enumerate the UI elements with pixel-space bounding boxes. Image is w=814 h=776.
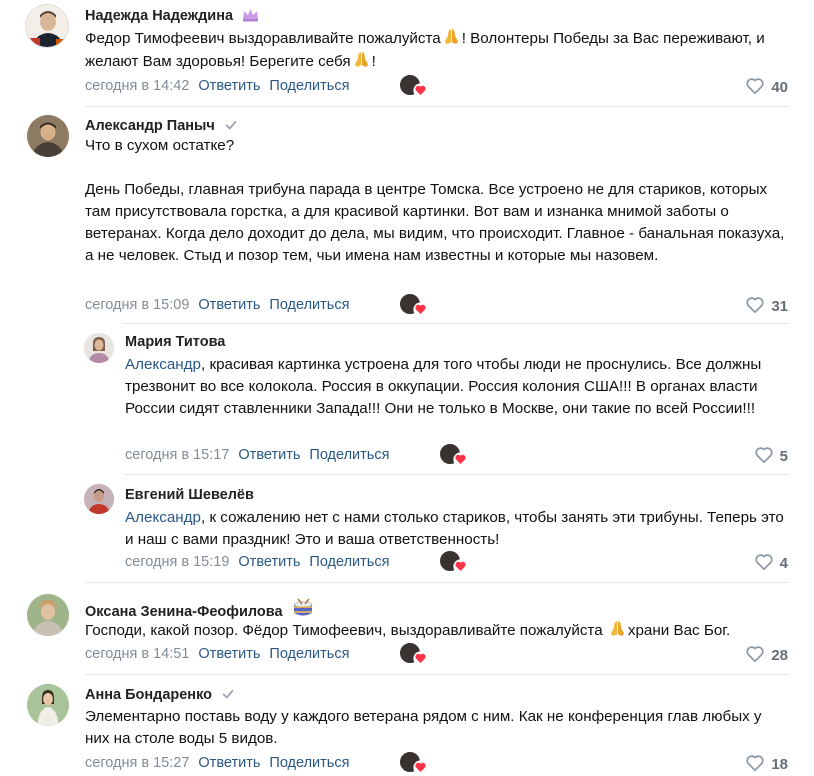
likers-avatars[interactable] xyxy=(399,751,431,775)
reply-button[interactable]: Ответить xyxy=(198,297,260,313)
comment-time[interactable]: сегодня в 15:09 xyxy=(85,297,189,313)
heart-outline-icon xyxy=(745,76,765,96)
share-button[interactable]: Поделиться xyxy=(309,554,389,570)
heart-filled-icon xyxy=(413,83,428,98)
reply-button[interactable]: Ответить xyxy=(198,78,260,94)
like-count: 5 xyxy=(779,448,788,465)
avatar[interactable] xyxy=(27,594,69,636)
comment-text: Александр, красивая картинка устроена дл… xyxy=(125,356,762,417)
likers-avatars[interactable] xyxy=(399,642,431,666)
like-button[interactable]: 5 xyxy=(754,445,788,466)
comment-time[interactable]: сегодня в 15:27 xyxy=(85,755,189,771)
avatar[interactable] xyxy=(27,684,69,726)
heart-outline-icon xyxy=(754,552,774,572)
comment-meta: сегодня в 15:17 Ответить Поделиться xyxy=(125,446,389,464)
pray-emoji-icon xyxy=(352,50,371,69)
reply-address-link[interactable]: Александр xyxy=(125,356,201,373)
comment-text: Что в сухом остатке? День Победы, главна… xyxy=(85,137,785,264)
comment-time[interactable]: сегодня в 14:42 xyxy=(85,78,189,94)
like-count: 18 xyxy=(771,756,788,773)
avatar[interactable] xyxy=(84,484,114,514)
author-name[interactable]: Мария Титова xyxy=(125,333,225,351)
divider xyxy=(124,474,790,475)
crown-icon xyxy=(242,8,259,27)
reply-button[interactable]: Ответить xyxy=(238,554,300,570)
comment-meta: сегодня в 14:51 Ответить Поделиться xyxy=(85,645,349,663)
comment-text: Господи, какой позор. Фёдор Тимофеевич, … xyxy=(85,619,790,642)
heart-filled-icon xyxy=(453,452,468,467)
divider xyxy=(85,106,790,107)
like-button[interactable]: 18 xyxy=(745,753,788,774)
avatar[interactable] xyxy=(27,115,69,157)
share-button[interactable]: Поделиться xyxy=(269,297,349,313)
heart-outline-icon xyxy=(754,445,774,465)
heart-filled-icon xyxy=(453,559,468,574)
author-name[interactable]: Анна Бондаренко xyxy=(85,686,235,706)
share-button[interactable]: Поделиться xyxy=(309,447,389,463)
heart-outline-icon xyxy=(745,295,765,315)
comment-text: Александр, к сожалению нет с нами стольк… xyxy=(125,509,784,548)
heart-filled-icon xyxy=(413,302,428,317)
like-count: 4 xyxy=(779,555,788,572)
reply-button[interactable]: Ответить xyxy=(238,447,300,463)
author-name[interactable]: Александр Паныч xyxy=(85,117,238,137)
share-button[interactable]: Поделиться xyxy=(269,78,349,94)
avatar[interactable] xyxy=(84,333,114,363)
likers-avatars[interactable] xyxy=(399,74,431,98)
likers-avatars[interactable] xyxy=(399,293,431,317)
heart-outline-icon xyxy=(745,753,765,773)
divider xyxy=(85,674,790,675)
comment-time[interactable]: сегодня в 15:17 xyxy=(125,447,229,463)
like-count: 28 xyxy=(771,647,788,664)
likers-avatars[interactable] xyxy=(439,443,471,467)
comment-meta: сегодня в 15:19 Ответить Поделиться xyxy=(125,553,389,571)
like-count: 40 xyxy=(771,79,788,96)
heart-filled-icon xyxy=(413,651,428,666)
reply-button[interactable]: Ответить xyxy=(198,755,260,771)
comment-time[interactable]: сегодня в 14:51 xyxy=(85,646,189,662)
like-button[interactable]: 4 xyxy=(754,552,788,573)
reply-address-link[interactable]: Александр xyxy=(125,509,201,526)
reply-button[interactable]: Ответить xyxy=(198,646,260,662)
like-button[interactable]: 31 xyxy=(745,295,788,316)
divider xyxy=(124,323,790,324)
check-icon xyxy=(221,687,235,706)
share-button[interactable]: Поделиться xyxy=(269,755,349,771)
comment-meta: сегодня в 14:42 Ответить Поделиться xyxy=(85,77,349,95)
author-name[interactable]: Евгений Шевелёв xyxy=(125,486,254,504)
comment-text: Федор Тимофеевич выздоравливайте пожалуй… xyxy=(85,27,790,73)
heart-filled-icon xyxy=(413,760,428,775)
author-name[interactable]: Надежда Надеждина xyxy=(85,7,259,27)
like-button[interactable]: 40 xyxy=(745,76,788,97)
share-button[interactable]: Поделиться xyxy=(269,646,349,662)
likers-avatars[interactable] xyxy=(439,550,471,574)
like-count: 31 xyxy=(771,298,788,315)
comment-meta: сегодня в 15:09 Ответить Поделиться xyxy=(85,296,349,314)
comment-text: Элементарно поставь воду у каждого ветер… xyxy=(85,708,762,747)
divider xyxy=(85,582,790,583)
heart-outline-icon xyxy=(745,644,765,664)
like-button[interactable]: 28 xyxy=(745,644,788,665)
comment-meta: сегодня в 15:27 Ответить Поделиться xyxy=(85,754,349,772)
pray-emoji-icon xyxy=(608,619,627,638)
comment-time[interactable]: сегодня в 15:19 xyxy=(125,554,229,570)
pray-emoji-icon xyxy=(442,27,461,46)
avatar[interactable] xyxy=(25,4,69,48)
